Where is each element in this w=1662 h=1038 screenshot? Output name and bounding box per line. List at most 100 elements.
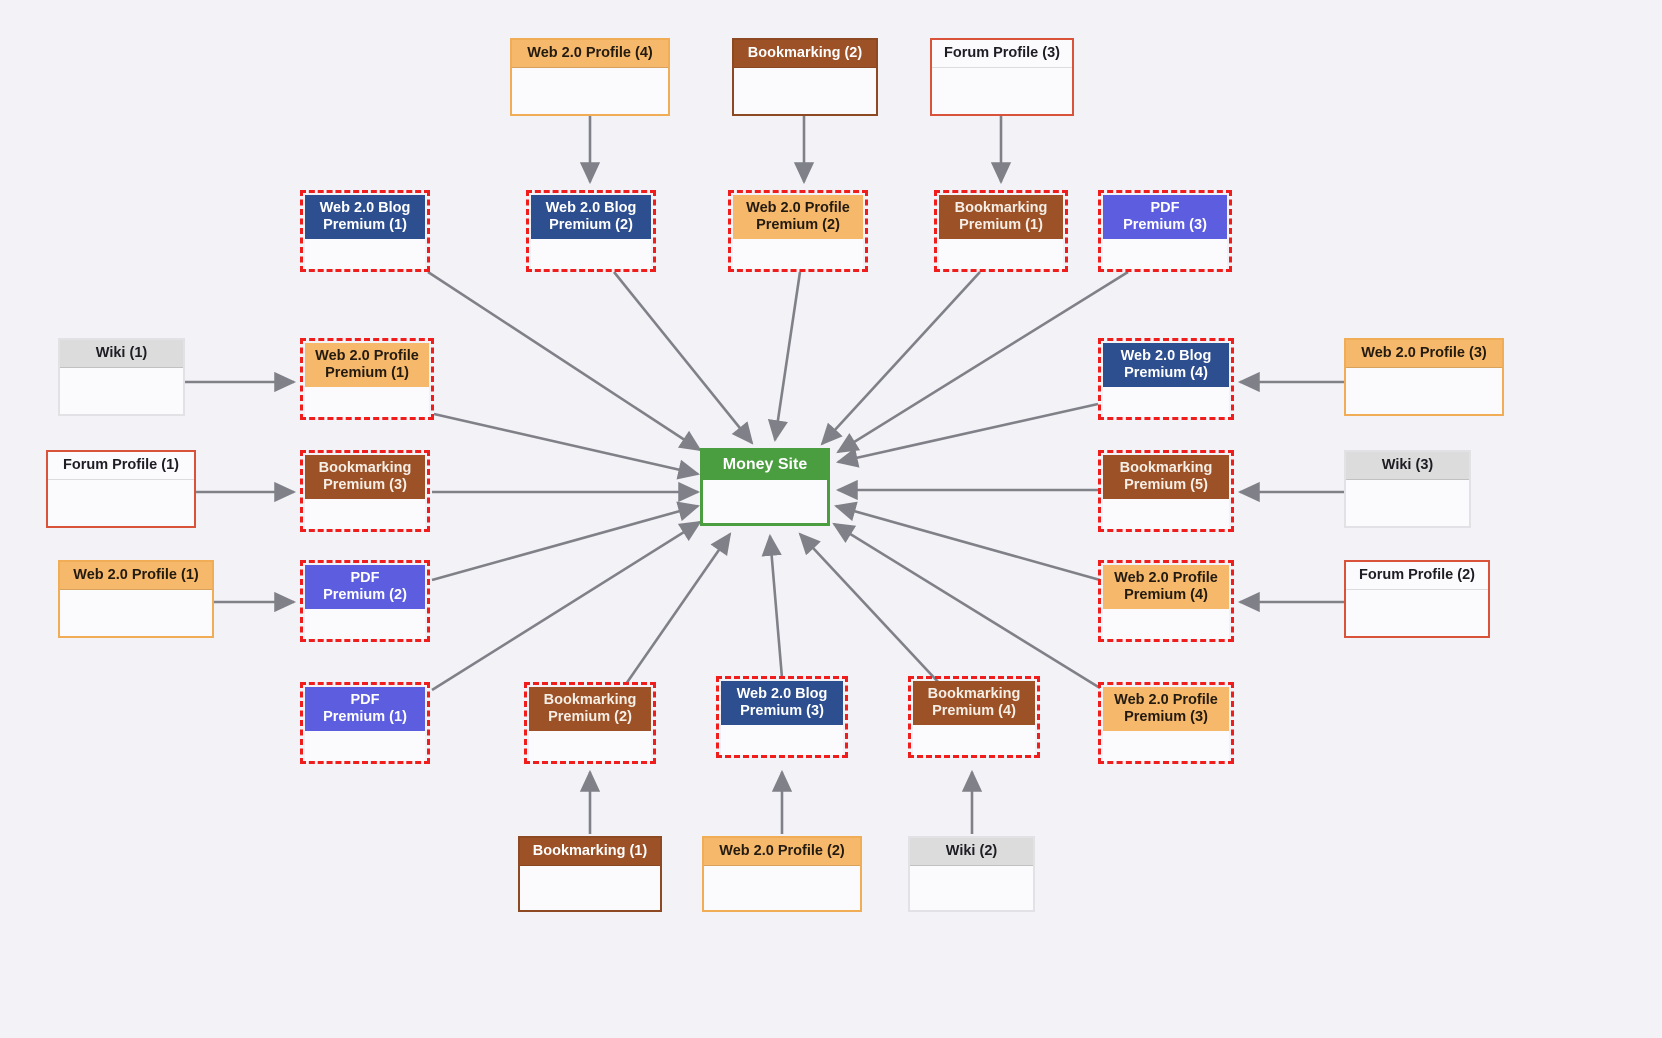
node-forum-profile-1[interactable]: Forum Profile (1) bbox=[46, 450, 196, 528]
node-body bbox=[60, 368, 183, 413]
node-web20-profile-3[interactable]: Web 2.0 Profile (3) bbox=[1344, 338, 1504, 416]
node-bookmarking-2[interactable]: Bookmarking (2) bbox=[732, 38, 878, 116]
node-title: PDF Premium (2) bbox=[305, 565, 425, 610]
node-web20-blog-premium-2[interactable]: Web 2.0 Blog Premium (2) bbox=[526, 190, 656, 272]
node-title: Web 2.0 Profile (3) bbox=[1346, 340, 1502, 369]
node-title: Forum Profile (2) bbox=[1346, 562, 1488, 591]
node-web20-profile-premium-1[interactable]: Web 2.0 Profile Premium (1) bbox=[300, 338, 434, 420]
node-web20-profile-premium-4[interactable]: Web 2.0 Profile Premium (4) bbox=[1098, 560, 1234, 642]
node-web20-profile-4[interactable]: Web 2.0 Profile (4) bbox=[510, 38, 670, 116]
edge-web20blogpremium4-moneysite bbox=[835, 402, 1099, 468]
node-body bbox=[939, 239, 1063, 270]
node-body bbox=[1346, 590, 1488, 635]
node-title: Bookmarking (2) bbox=[734, 40, 876, 69]
node-title: PDF Premium (3) bbox=[1103, 195, 1227, 240]
node-body bbox=[704, 866, 860, 909]
node-web20-profile-1[interactable]: Web 2.0 Profile (1) bbox=[58, 560, 214, 638]
node-body bbox=[1103, 239, 1227, 270]
node-body bbox=[913, 725, 1035, 756]
edge-bookmarkingpremium2-moneysite bbox=[624, 532, 732, 685]
node-forum-profile-2[interactable]: Forum Profile (2) bbox=[1344, 560, 1490, 638]
edge-web20blogpremium3-moneysite bbox=[761, 533, 784, 679]
node-title: Web 2.0 Profile Premium (1) bbox=[305, 343, 429, 388]
node-web20-blog-premium-1[interactable]: Web 2.0 Blog Premium (1) bbox=[300, 190, 430, 272]
node-body bbox=[529, 731, 651, 762]
node-web20-profile-premium-3[interactable]: Web 2.0 Profile Premium (3) bbox=[1098, 682, 1234, 764]
node-body bbox=[1103, 387, 1229, 418]
node-bookmarking-premium-4[interactable]: Bookmarking Premium (4) bbox=[908, 676, 1040, 758]
node-body bbox=[531, 239, 651, 270]
node-wiki-3[interactable]: Wiki (3) bbox=[1344, 450, 1471, 528]
node-title: Bookmarking Premium (1) bbox=[939, 195, 1063, 240]
edge-pdfpremium1-moneysite bbox=[431, 520, 702, 692]
node-body bbox=[1103, 731, 1229, 762]
node-title: Money Site bbox=[703, 451, 827, 480]
node-pdf-premium-2[interactable]: PDF Premium (2) bbox=[300, 560, 430, 642]
node-web20-blog-premium-4[interactable]: Web 2.0 Blog Premium (4) bbox=[1098, 338, 1234, 420]
node-web20-profile-premium-2[interactable]: Web 2.0 Profile Premium (2) bbox=[728, 190, 868, 272]
node-body bbox=[305, 239, 425, 270]
node-title: Bookmarking Premium (5) bbox=[1103, 455, 1229, 500]
node-bookmarking-premium-1[interactable]: Bookmarking Premium (1) bbox=[934, 190, 1068, 272]
node-body bbox=[48, 480, 194, 525]
node-title: Wiki (3) bbox=[1346, 452, 1469, 481]
node-bookmarking-premium-5[interactable]: Bookmarking Premium (5) bbox=[1098, 450, 1234, 532]
node-body bbox=[1103, 609, 1229, 640]
node-wiki-1[interactable]: Wiki (1) bbox=[58, 338, 185, 416]
node-body bbox=[512, 68, 668, 113]
node-title: Bookmarking Premium (3) bbox=[305, 455, 425, 500]
node-body bbox=[721, 725, 843, 756]
node-web20-blog-premium-3[interactable]: Web 2.0 Blog Premium (3) bbox=[716, 676, 848, 758]
edge-web20profilepremium4-moneysite bbox=[833, 501, 1101, 582]
node-title: Web 2.0 Profile Premium (2) bbox=[733, 195, 863, 240]
node-body bbox=[60, 590, 212, 635]
node-bookmarking-premium-2[interactable]: Bookmarking Premium (2) bbox=[524, 682, 656, 764]
node-body bbox=[520, 866, 660, 909]
node-title: Web 2.0 Profile Premium (3) bbox=[1103, 687, 1229, 732]
node-body bbox=[734, 68, 876, 113]
node-body bbox=[305, 499, 425, 530]
node-title: Web 2.0 Blog Premium (4) bbox=[1103, 343, 1229, 388]
node-body bbox=[305, 387, 429, 418]
node-title: Forum Profile (1) bbox=[48, 452, 194, 481]
node-title: Wiki (1) bbox=[60, 340, 183, 369]
node-wiki-2[interactable]: Wiki (2) bbox=[908, 836, 1035, 912]
edge-web20profilepremium3-moneysite bbox=[832, 522, 1101, 690]
node-body bbox=[1103, 499, 1229, 530]
node-title: Web 2.0 Profile (1) bbox=[60, 562, 212, 591]
edge-bookmarkingpremium4-moneysite bbox=[798, 532, 941, 685]
edge-pdfpremium2-moneysite bbox=[431, 501, 701, 582]
node-bookmarking-premium-3[interactable]: Bookmarking Premium (3) bbox=[300, 450, 430, 532]
edge-web20profilepremium2-moneysite bbox=[767, 271, 802, 443]
node-web20-profile-2[interactable]: Web 2.0 Profile (2) bbox=[702, 836, 862, 912]
node-body bbox=[910, 866, 1033, 909]
edge-pdfpremium3-moneysite bbox=[836, 270, 1129, 454]
edge-web20blogpremium2-moneysite bbox=[612, 271, 754, 445]
node-pdf-premium-3[interactable]: PDF Premium (3) bbox=[1098, 190, 1232, 272]
node-body bbox=[305, 731, 425, 762]
node-title: PDF Premium (1) bbox=[305, 687, 425, 732]
node-title: Bookmarking Premium (2) bbox=[529, 687, 651, 732]
node-title: Bookmarking (1) bbox=[520, 838, 660, 867]
node-title: Web 2.0 Blog Premium (2) bbox=[531, 195, 651, 240]
node-body bbox=[932, 68, 1072, 113]
node-title: Web 2.0 Profile (4) bbox=[512, 40, 668, 69]
node-body bbox=[703, 479, 827, 520]
edge-bookmarkingpremium1-moneysite bbox=[820, 271, 981, 446]
node-pdf-premium-1[interactable]: PDF Premium (1) bbox=[300, 682, 430, 764]
node-title: Web 2.0 Blog Premium (3) bbox=[721, 681, 843, 726]
node-title: Web 2.0 Blog Premium (1) bbox=[305, 195, 425, 240]
node-body bbox=[733, 239, 863, 270]
edge-web20profilepremium1-moneysite bbox=[433, 412, 701, 480]
node-money-site[interactable]: Money Site bbox=[700, 448, 830, 526]
node-forum-profile-3[interactable]: Forum Profile (3) bbox=[930, 38, 1074, 116]
node-title: Wiki (2) bbox=[910, 838, 1033, 867]
node-title: Bookmarking Premium (4) bbox=[913, 681, 1035, 726]
diagram-canvas: Web 2.0 Profile (4) Bookmarking (2) Foru… bbox=[0, 0, 1662, 1038]
node-body bbox=[1346, 480, 1469, 525]
node-body bbox=[305, 609, 425, 640]
node-title: Forum Profile (3) bbox=[932, 40, 1072, 69]
node-title: Web 2.0 Profile Premium (4) bbox=[1103, 565, 1229, 610]
node-bookmarking-1[interactable]: Bookmarking (1) bbox=[518, 836, 662, 912]
node-body bbox=[1346, 368, 1502, 413]
